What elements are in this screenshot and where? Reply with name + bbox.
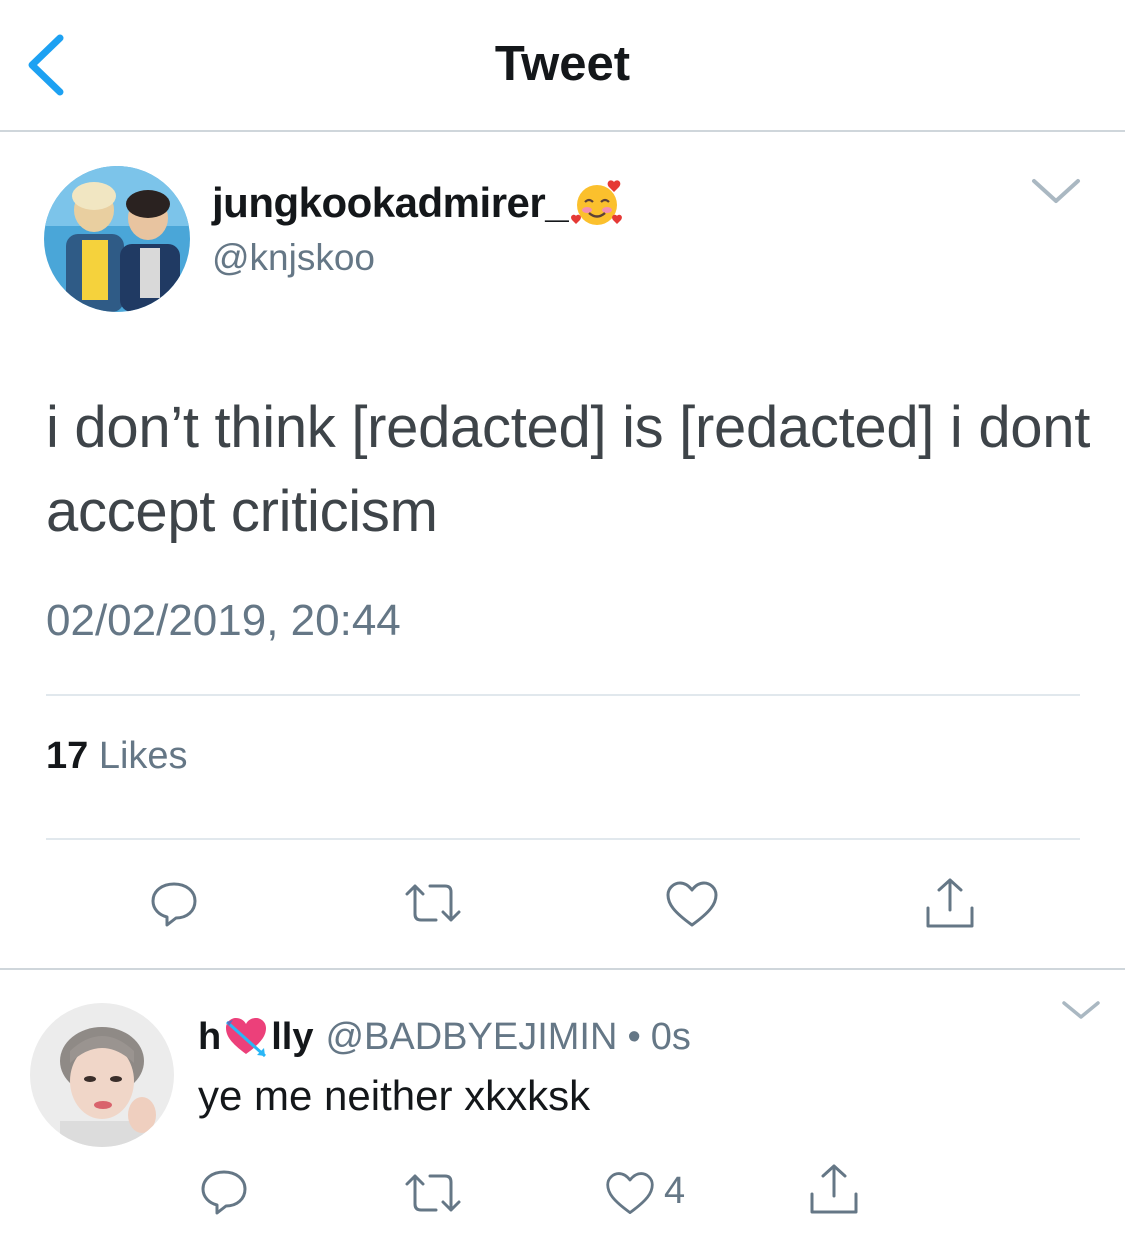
reply-icon[interactable] — [148, 878, 200, 930]
smiling-face-with-hearts-icon — [571, 180, 623, 225]
reply-author-name[interactable]: h lly — [198, 1014, 313, 1060]
reply-name-start: h — [198, 1015, 222, 1058]
share-icon[interactable] — [806, 1162, 862, 1218]
like-icon[interactable] — [604, 1170, 656, 1218]
reply-icon[interactable] — [198, 1166, 250, 1218]
retweet-icon[interactable] — [402, 1168, 464, 1220]
reply-avatar[interactable] — [30, 1003, 174, 1147]
tweet-timestamp: 02/02/2019, 20:44 — [46, 596, 401, 645]
display-name: jungkookadmirer_ — [212, 179, 569, 226]
author-handle[interactable]: @knjskoo — [212, 237, 375, 279]
section-divider — [0, 968, 1125, 970]
divider — [46, 694, 1080, 696]
divider — [46, 838, 1080, 840]
reply-name-end: lly — [271, 1015, 314, 1058]
reply-header: h lly @BADBYEJIMIN • 0s — [198, 1014, 691, 1060]
tweet-text: i don’t think [redacted] is [redacted] i… — [46, 395, 1091, 544]
retweet-icon[interactable] — [402, 878, 464, 930]
author-name[interactable]: jungkookadmirer_ — [212, 176, 624, 230]
reply-time: 0s — [650, 1015, 691, 1058]
reply-text: ye me neither xkxksk — [198, 1072, 591, 1119]
reply-like-count: 4 — [664, 1170, 686, 1212]
page-title: Tweet — [494, 37, 631, 91]
reply-handle[interactable]: @BADBYEJIMIN — [325, 1016, 617, 1059]
chevron-down-icon — [1062, 1001, 1100, 1019]
tweet-menu-button[interactable] — [1030, 176, 1082, 206]
like-icon[interactable] — [664, 880, 720, 930]
profile-photo — [44, 166, 190, 312]
heart-with-arrow-icon — [226, 1018, 267, 1058]
profile-photo — [30, 1003, 174, 1147]
chevron-down-icon — [1032, 179, 1080, 203]
avatar[interactable] — [44, 166, 190, 312]
likes-number: 17 — [46, 735, 89, 777]
separator-dot: • — [627, 1015, 641, 1058]
reply-menu-button[interactable] — [1060, 998, 1102, 1022]
share-icon[interactable] — [922, 876, 978, 932]
likes-count-link[interactable]: 17 Likes — [46, 735, 188, 778]
likes-label: Likes — [88, 735, 188, 777]
